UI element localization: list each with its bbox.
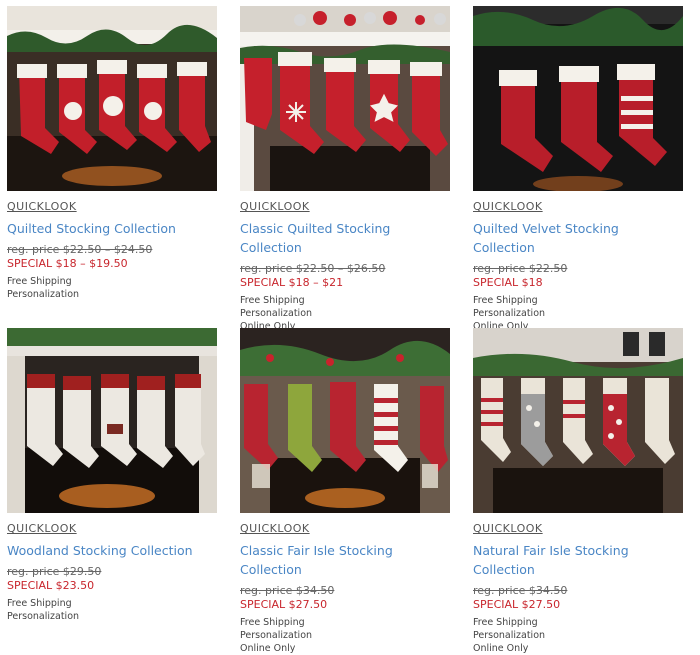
regular-price: reg. price $29.50 [7, 565, 102, 578]
regular-price: reg. price $22.50 – $26.50 [240, 262, 386, 275]
product-card: QUICKLOOK Classic Quilted Stocking Colle… [240, 6, 450, 333]
product-card: QUICKLOOK Quilted Velvet Stocking Collec… [473, 6, 683, 333]
regular-price: reg. price $22.50 – $24.50 [7, 243, 153, 256]
product-image[interactable] [240, 328, 450, 513]
product-card: QUICKLOOK Quilted Stocking Collection re… [7, 6, 217, 301]
note-online-only: Online Only [240, 643, 296, 654]
special-price: SPECIAL $27.50 [473, 598, 561, 611]
product-title-link[interactable]: Quilted Velvet Stocking Collection [473, 219, 683, 257]
special-price: SPECIAL $18 – $19.50 [7, 257, 128, 270]
product-image[interactable] [473, 6, 683, 191]
quicklook-link[interactable]: QUICKLOOK [473, 522, 683, 535]
note-personalization: Personalization [240, 308, 313, 319]
note-personalization: Personalization [7, 611, 80, 622]
product-image[interactable] [7, 6, 217, 191]
product-card: QUICKLOOK Classic Fair Isle Stocking Col… [240, 328, 450, 655]
note-free-shipping: Free Shipping [7, 276, 72, 287]
quicklook-link[interactable]: QUICKLOOK [7, 522, 217, 535]
special-price: SPECIAL $18 [473, 276, 543, 289]
note-personalization: Personalization [7, 289, 80, 300]
product-image[interactable] [240, 6, 450, 191]
special-price: SPECIAL $27.50 [240, 598, 328, 611]
note-free-shipping: Free Shipping [473, 617, 538, 628]
note-free-shipping: Free Shipping [240, 617, 305, 628]
product-image[interactable] [7, 328, 217, 513]
product-notes: Free Shipping Personalization [7, 275, 217, 301]
product-title-link[interactable]: Classic Quilted Stocking Collection [240, 219, 450, 257]
product-title-link[interactable]: Classic Fair Isle Stocking Collection [240, 541, 450, 579]
regular-price: reg. price $34.50 [473, 584, 568, 597]
product-card: QUICKLOOK Woodland Stocking Collection r… [7, 328, 217, 623]
note-personalization: Personalization [473, 630, 546, 641]
special-price: SPECIAL $18 – $21 [240, 276, 344, 289]
quicklook-link[interactable]: QUICKLOOK [240, 522, 450, 535]
note-personalization: Personalization [473, 308, 546, 319]
regular-price: reg. price $34.50 [240, 584, 335, 597]
regular-price: reg. price $22.50 [473, 262, 568, 275]
note-free-shipping: Free Shipping [240, 295, 305, 306]
product-notes: Free Shipping Personalization [7, 597, 217, 623]
note-online-only: Online Only [473, 643, 529, 654]
product-title-link[interactable]: Natural Fair Isle Stocking Collection [473, 541, 683, 579]
product-notes: Free Shipping Personalization Online Onl… [473, 616, 683, 655]
special-price: SPECIAL $23.50 [7, 579, 95, 592]
quicklook-link[interactable]: QUICKLOOK [7, 200, 217, 213]
note-free-shipping: Free Shipping [7, 598, 72, 609]
product-title-link[interactable]: Quilted Stocking Collection [7, 219, 217, 238]
product-notes: Free Shipping Personalization Online Onl… [240, 616, 450, 655]
note-free-shipping: Free Shipping [473, 295, 538, 306]
note-personalization: Personalization [240, 630, 313, 641]
product-card: QUICKLOOK Natural Fair Isle Stocking Col… [473, 328, 683, 655]
product-title-link[interactable]: Woodland Stocking Collection [7, 541, 217, 560]
product-image[interactable] [473, 328, 683, 513]
quicklook-link[interactable]: QUICKLOOK [240, 200, 450, 213]
quicklook-link[interactable]: QUICKLOOK [473, 200, 683, 213]
